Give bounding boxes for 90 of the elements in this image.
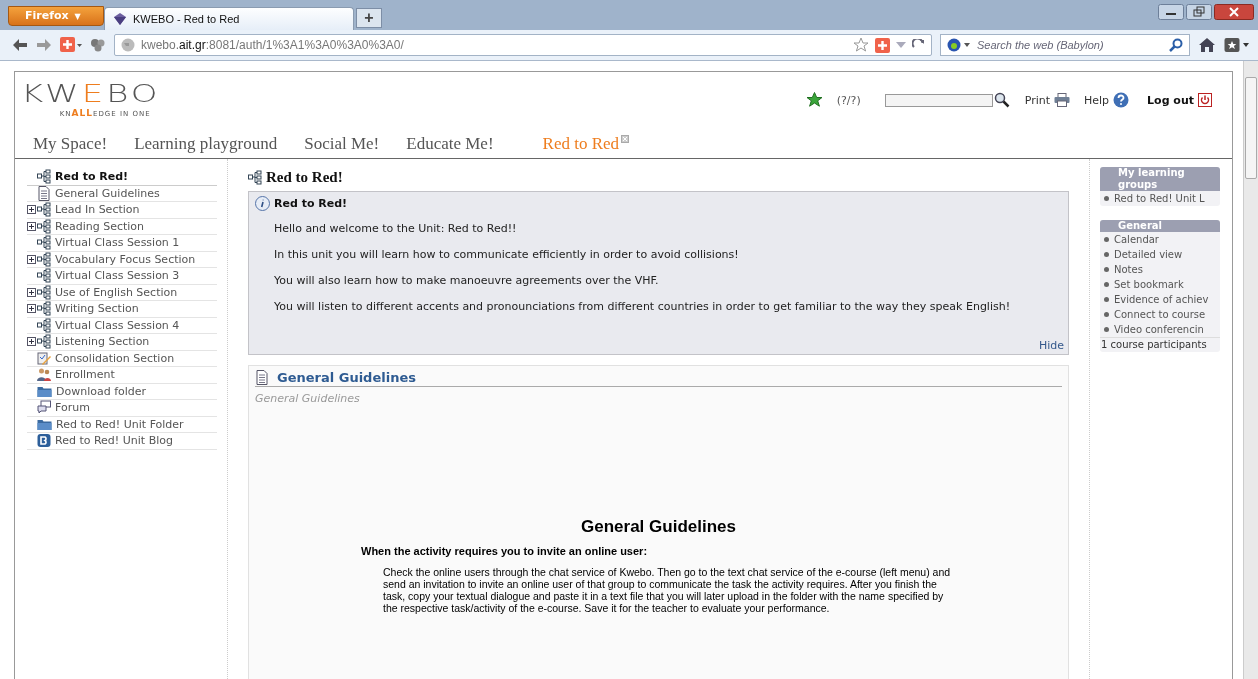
sidebar-link[interactable]: Calendar	[1100, 232, 1220, 247]
tree-item[interactable]: Reading Section	[27, 218, 217, 235]
tree-item[interactable]: Red to Red!	[27, 169, 217, 186]
chat-bubbles-icon	[37, 400, 51, 415]
tree-item[interactable]: Enrollment	[27, 367, 217, 384]
tree-icon	[37, 317, 51, 333]
sidebar-link[interactable]: Detailed view	[1100, 247, 1220, 262]
help-link[interactable]: Help	[1084, 92, 1130, 108]
tree-item[interactable]: Red to Red! Unit Blog	[27, 433, 217, 450]
people-icon	[37, 367, 51, 382]
tree-item[interactable]: Virtual Class Session 4	[27, 317, 217, 334]
sidebar-link[interactable]: Connect to course	[1100, 307, 1220, 322]
home-icon[interactable]	[1198, 37, 1216, 53]
document-icon	[255, 370, 269, 385]
box-title: My learning groups	[1100, 167, 1220, 191]
nav-tab[interactable]: Learning playground	[134, 134, 305, 154]
tree-item[interactable]: Consolidation Section	[27, 350, 217, 367]
plus-addon-icon[interactable]	[60, 37, 82, 53]
sidebar-link[interactable]: Video conferencin	[1100, 322, 1220, 337]
hide-link[interactable]: Hide	[1038, 339, 1064, 352]
browser-tab[interactable]: KWEBO - Red to Red	[104, 7, 354, 30]
document-paragraph: Check the online users through the chat service of Kwebo. Then go to the text chat service of the e-course (left menu) and send an invitation to invite an online user of that group to communicate the task the activity requires. After you finish the task, copy your textual dialogue and paste it in a text file that you will later upload in the folder with the name specified by the respective task/activity of the e-course. Save it for the teacher to evaluate your performance.	[383, 566, 952, 614]
tree-icon	[37, 202, 51, 217]
tree-icon	[37, 284, 51, 300]
info-paragraph: You will listen to different accents and pronounciations from different countries in order to get familiar to the way they speak English!	[274, 299, 1012, 315]
panel-title[interactable]: General Guidelines	[277, 370, 416, 385]
tree-icon	[37, 235, 51, 250]
help-icon	[1113, 92, 1130, 108]
tree-item[interactable]: Download folder	[27, 383, 217, 400]
rating-counter: (?/?)	[836, 93, 861, 107]
search-icon[interactable]	[992, 92, 1011, 108]
logout-link[interactable]: Log out	[1147, 93, 1212, 107]
sidebar-link[interactable]: Red to Red! Unit L	[1100, 191, 1220, 206]
tree-icon	[37, 251, 51, 267]
star-icon[interactable]	[853, 37, 869, 53]
nav-tab[interactable]: Educate Me!	[406, 134, 521, 154]
page-title: Red to Red!	[266, 169, 343, 186]
tree-item[interactable]: Forum	[27, 400, 217, 417]
back-icon[interactable]	[12, 38, 28, 52]
sidebar-link[interactable]: Set bookmark	[1100, 277, 1220, 292]
info-icon	[255, 196, 270, 211]
tree-item[interactable]: Use of English Section	[27, 284, 217, 301]
tree-item[interactable]: Lead In Section	[27, 202, 217, 219]
print-link[interactable]: Print	[1024, 93, 1070, 107]
minimize-button[interactable]	[1158, 4, 1184, 20]
tree-icon	[37, 169, 51, 184]
tree-item[interactable]: Virtual Class Session 1	[27, 235, 217, 252]
info-paragraph: In this unit you will learn how to communicate efficiently in order to avoid collisions!	[274, 247, 740, 263]
tree-item[interactable]: Red to Red! Unit Folder	[27, 416, 217, 433]
participants-count: 1 course participants	[1100, 337, 1220, 352]
tree-item[interactable]: General Guidelines	[27, 185, 217, 202]
power-icon	[1198, 93, 1212, 107]
info-paragraph: You will also learn how to make manoeuvre agreements over the VHF.	[274, 273, 660, 289]
site-search-field[interactable]	[884, 93, 993, 107]
sidebar-link[interactable]: Evidence of achiev	[1100, 292, 1220, 307]
document-subheading: When the activity requires you to invite an online user:	[361, 545, 649, 557]
restore-button[interactable]	[1186, 4, 1212, 20]
info-paragraph: Hello and welcome to the Unit: Red to Red!!	[274, 221, 518, 237]
new-tab-button[interactable]: +	[356, 8, 382, 28]
printer-icon	[1054, 93, 1070, 107]
sidebar-link[interactable]: Notes	[1100, 262, 1220, 277]
tree-icon	[248, 170, 262, 185]
nav-tab[interactable]: My Space!	[33, 134, 135, 154]
plus-addon-icon[interactable]	[875, 37, 890, 53]
tree-item[interactable]: Listening Section	[27, 334, 217, 351]
search-box[interactable]: Search the web (Babylon)	[940, 34, 1190, 56]
tree-icon	[37, 334, 51, 349]
blog-icon	[37, 433, 51, 448]
box-title: General	[1100, 220, 1220, 232]
tree-item[interactable]: Writing Section	[27, 301, 217, 318]
scrollbar[interactable]	[1243, 61, 1258, 679]
tree-item[interactable]: Virtual Class Session 3	[27, 268, 217, 285]
tree-icon	[37, 301, 51, 316]
nav-tab[interactable]: Social Me!	[304, 134, 407, 154]
tree-item[interactable]: Vocabulary Focus Section	[27, 251, 217, 268]
bookmarks-icon[interactable]	[1224, 37, 1250, 53]
document-icon	[37, 185, 51, 201]
address-bar[interactable]: kwebo.ait.gr:8081/auth/1%3A1%3A0%3A0%3A0/	[114, 34, 932, 56]
search-icon[interactable]	[1169, 38, 1183, 52]
tree-icon	[37, 218, 51, 234]
gem-icon	[113, 12, 127, 26]
tree-icon	[37, 268, 51, 283]
checklist-pencil-icon	[37, 350, 51, 366]
kwebo-logo: KW E BO	[21, 80, 161, 106]
panel-subtitle: General Guidelines	[255, 392, 361, 405]
info-title: Red to Red!	[274, 197, 348, 210]
close-button[interactable]	[1214, 4, 1254, 20]
star-icon[interactable]	[805, 92, 823, 108]
document-heading: General Guidelines	[580, 517, 737, 537]
web-search-field[interactable]: Search the web (Babylon)	[975, 38, 1165, 52]
